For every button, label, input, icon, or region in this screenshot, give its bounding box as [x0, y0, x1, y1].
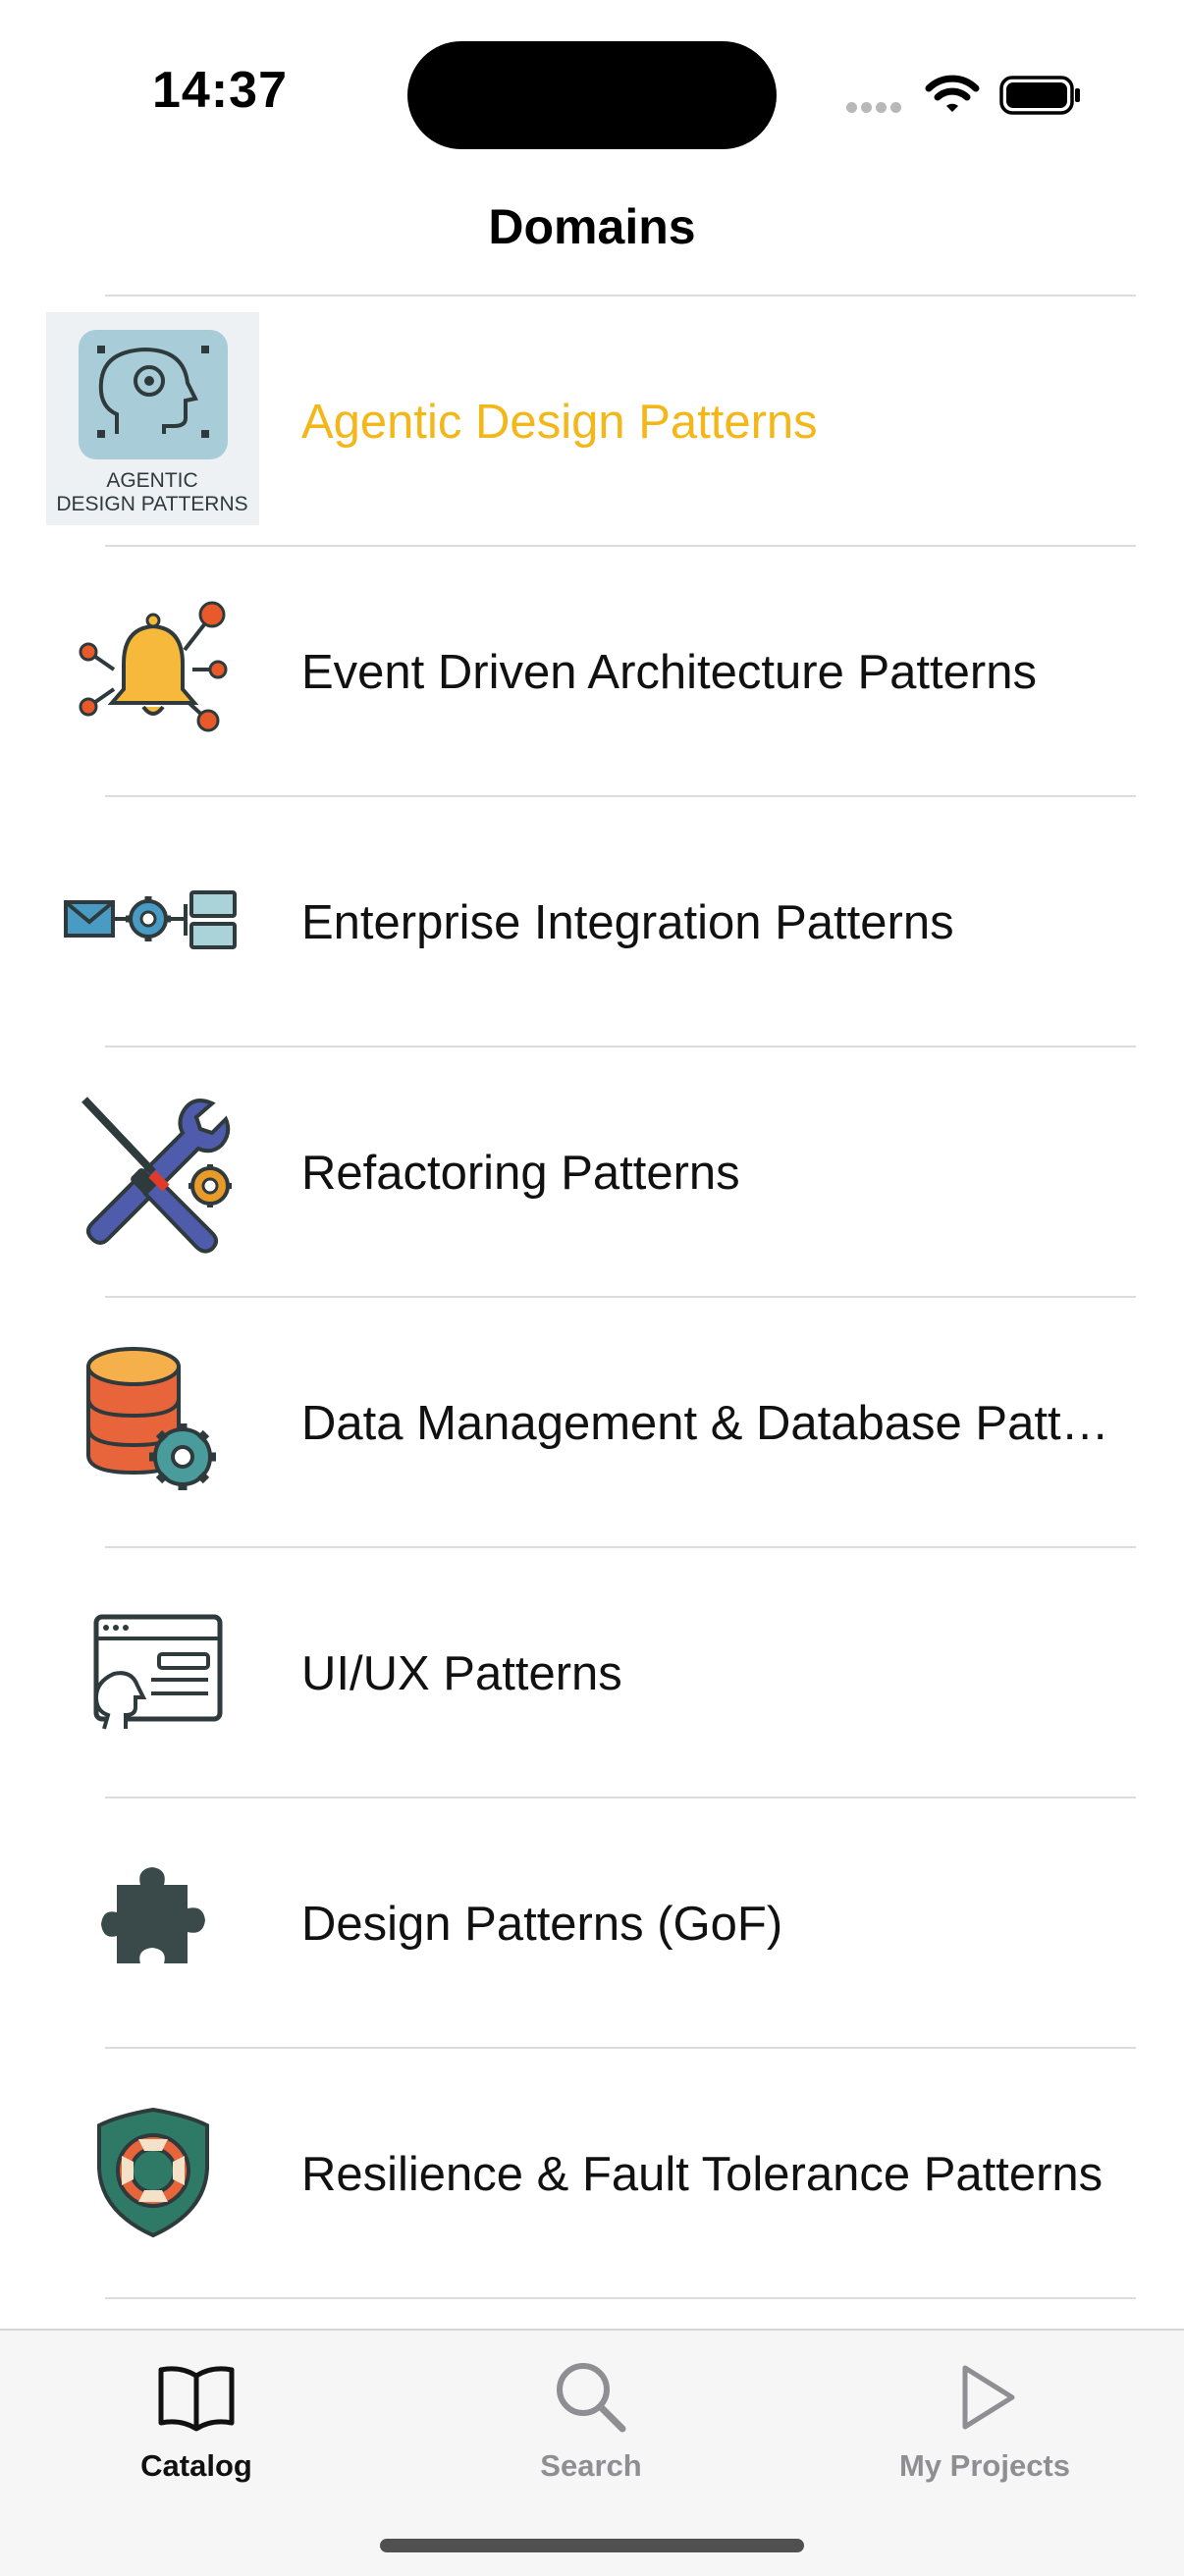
- magnifier-icon: [557, 2363, 626, 2433]
- thumb-text-line1: AGENTIC: [106, 469, 197, 492]
- dynamic-island: [407, 41, 777, 149]
- wifi-icon: [925, 75, 980, 112]
- domain-row-gof[interactable]: Design Patterns (GoF): [0, 1798, 1184, 2049]
- divider: [105, 2297, 1136, 2299]
- domain-label: UI/UX Patterns: [301, 1646, 622, 1700]
- tab-catalog[interactable]: Catalog: [49, 2331, 344, 2497]
- domain-label: Event Driven Architecture Patterns: [301, 645, 1037, 699]
- shield-lifebuoy-icon: [46, 2065, 259, 2278]
- domain-row-enterprise-integration[interactable]: Enterprise Integration Patterns: [0, 797, 1184, 1047]
- play-icon: [962, 2365, 1015, 2430]
- bell-network-icon: [46, 563, 259, 776]
- domain-row-refactoring[interactable]: Refactoring Patterns: [0, 1047, 1184, 1298]
- tab-my-projects[interactable]: My Projects: [837, 2331, 1132, 2497]
- wrench-screwdriver-icon: [46, 1063, 259, 1276]
- domain-row-agentic[interactable]: AGENTIC DESIGN PATTERNS Agentic Design P…: [0, 296, 1184, 547]
- domain-row-event-driven[interactable]: Event Driven Architecture Patterns: [0, 547, 1184, 797]
- tab-label: My Projects: [898, 2448, 1070, 2483]
- domain-label: Design Patterns (GoF): [301, 1897, 783, 1951]
- domain-row-ui-ux[interactable]: UI/UX Patterns: [0, 1548, 1184, 1798]
- envelope-gear-icon: [46, 813, 259, 1026]
- agentic-brain-icon: AGENTIC DESIGN PATTERNS: [46, 312, 259, 525]
- domain-label: Enterprise Integration Patterns: [301, 895, 954, 949]
- browser-user-icon: [46, 1564, 259, 1777]
- battery-icon: [999, 76, 1080, 115]
- status-bar: 14:37: [0, 0, 1184, 177]
- domain-row-data-management[interactable]: Data Management & Database Patt…: [0, 1298, 1184, 1548]
- home-indicator[interactable]: [380, 2539, 804, 2552]
- tab-search[interactable]: Search: [444, 2331, 738, 2497]
- domain-list: AGENTIC DESIGN PATTERNS Agentic Design P…: [0, 296, 1184, 2299]
- tab-label: Catalog: [140, 2448, 252, 2483]
- status-time: 14:37: [152, 62, 288, 119]
- thumb-text-line2: DESIGN PATTERNS: [56, 493, 247, 515]
- page-title: Domains: [488, 199, 696, 254]
- domain-label: Agentic Design Patterns: [301, 395, 818, 449]
- domain-row-resilience[interactable]: Resilience & Fault Tolerance Patterns: [0, 2049, 1184, 2299]
- domain-label: Resilience & Fault Tolerance Patterns: [301, 2147, 1103, 2201]
- database-gear-icon: [46, 1314, 259, 1527]
- tab-label: Search: [540, 2448, 642, 2483]
- domain-label: Refactoring Patterns: [301, 1146, 740, 1200]
- puzzle-piece-icon: [46, 1814, 259, 2027]
- book-icon: [158, 2366, 235, 2432]
- domain-label: Data Management & Database Patt…: [301, 1396, 1109, 1450]
